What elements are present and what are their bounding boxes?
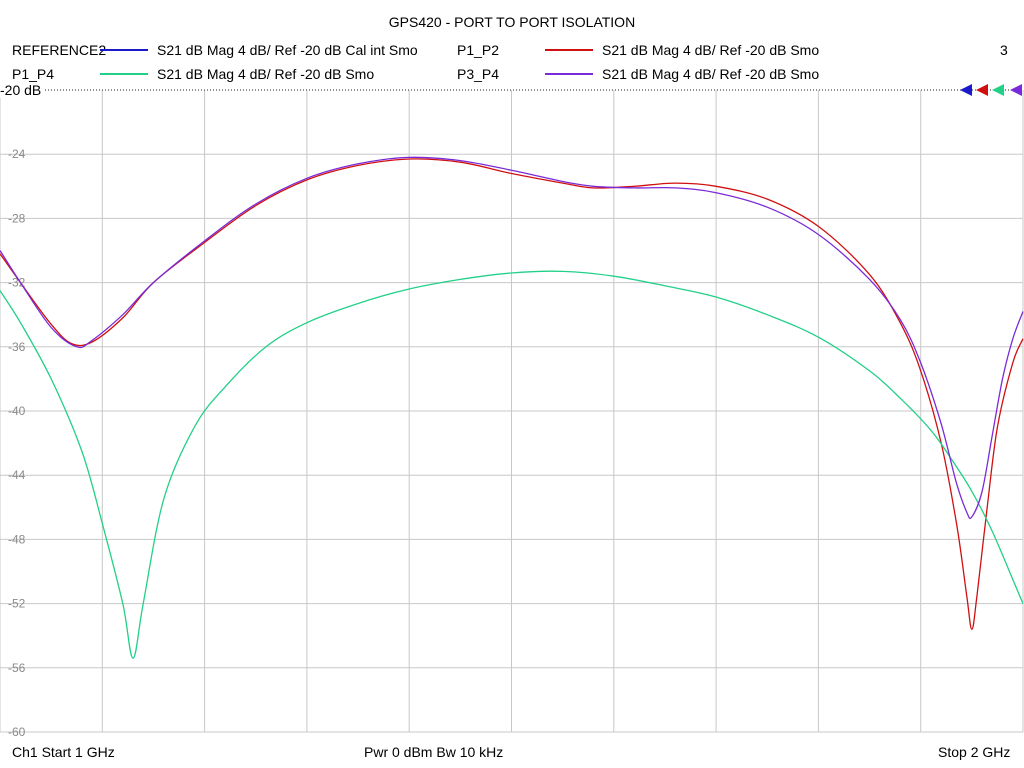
y-tick-label: -52	[8, 597, 26, 611]
chart-title: GPS420 - PORT TO PORT ISOLATION	[388, 14, 636, 30]
legend-desc-p3-p4: S21 dB Mag 4 dB/ Ref -20 dB Smo	[602, 66, 820, 82]
grid	[0, 89, 1024, 733]
legend-name-p1-p2: P1_P2	[457, 42, 500, 58]
reference-marker-p1-p4	[992, 84, 1004, 96]
footer-power-bandwidth: Pwr 0 dBm Bw 10 kHz	[364, 744, 504, 760]
legend-desc-p1-p2: S21 dB Mag 4 dB/ Ref -20 dB Smo	[602, 42, 820, 58]
legend-line-p1-p2	[545, 49, 593, 51]
reference-marker-p1-p2	[976, 84, 988, 96]
y-tick-label: -56	[8, 661, 26, 675]
legend-name-p3-p4: P3_P4	[457, 66, 500, 82]
y-tick-label: -48	[8, 532, 26, 546]
reference-level-label: -20 dB	[0, 82, 44, 98]
y-tick-labels: -24-28-32-36-40-44-48-52-56-60	[8, 147, 26, 739]
reference-marker-p3-p4	[1010, 84, 1022, 96]
channel-number: 3	[1000, 42, 1008, 58]
y-tick-label: -24	[8, 147, 26, 161]
footer-start: Ch1 Start 1 GHz	[12, 744, 115, 760]
y-tick-label: -60	[8, 725, 26, 739]
legend-name-reference2: REFERENCE2	[12, 42, 107, 58]
legend-desc-reference2: S21 dB Mag 4 dB/ Ref -20 dB Cal int Smo	[157, 42, 418, 58]
legend-line-p3-p4	[545, 73, 593, 75]
footer-stop: Stop 2 GHz	[938, 744, 1011, 760]
y-tick-label: -36	[8, 340, 26, 354]
legend-desc-p1-p4: S21 dB Mag 4 dB/ Ref -20 dB Smo	[157, 66, 375, 82]
legend-line-reference2	[100, 49, 148, 51]
legend-name-p1-p4: P1_P4	[12, 66, 55, 82]
y-tick-label: -44	[8, 468, 26, 482]
legend-line-p1-p4	[100, 73, 148, 75]
plot-area: -24-28-32-36-40-44-48-52-56-60	[0, 84, 1024, 739]
y-tick-label: -28	[8, 211, 26, 225]
y-tick-label: -40	[8, 404, 26, 418]
reference-marker-reference2	[960, 84, 972, 96]
